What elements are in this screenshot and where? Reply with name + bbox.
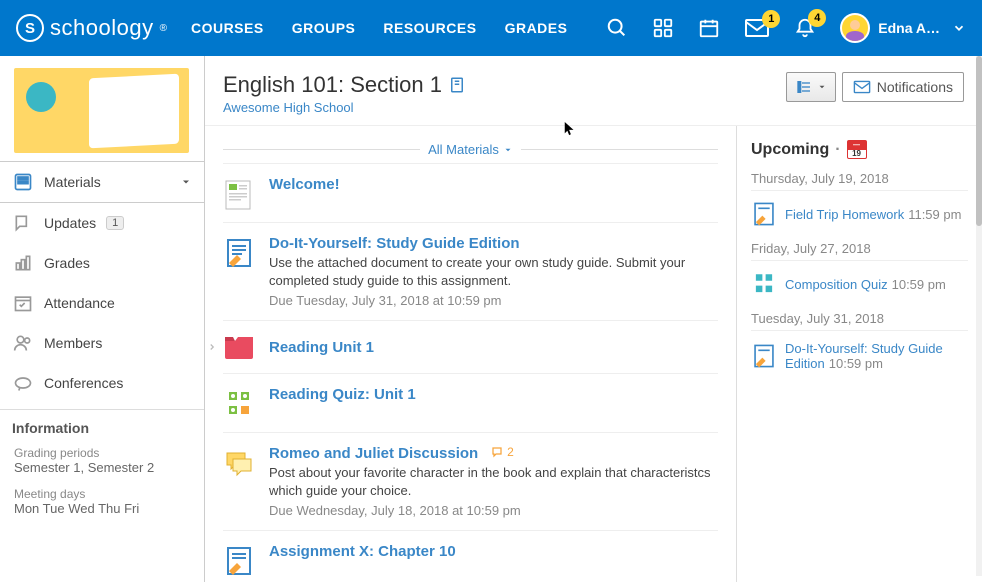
- chevron-right-icon[interactable]: [207, 342, 217, 352]
- upcoming-link[interactable]: Field Trip Homework: [785, 207, 904, 222]
- material-title[interactable]: Reading Unit 1: [269, 339, 374, 356]
- chevron-down-icon: [180, 176, 192, 188]
- upcoming-item: Field Trip Homework 11:59 pm: [751, 191, 968, 229]
- calendar-mini-icon[interactable]: —19: [847, 140, 867, 159]
- notebook-icon: [448, 76, 466, 94]
- sidebar-item-members[interactable]: Members: [0, 323, 204, 363]
- comment-count: 2: [490, 445, 514, 459]
- grades-icon: [12, 252, 34, 274]
- header-tools: 1 4 Edna A…: [606, 13, 966, 43]
- sidebar-item-attendance[interactable]: Attendance: [0, 283, 204, 323]
- nav-resources[interactable]: RESOURCES: [383, 20, 476, 36]
- avatar: [840, 13, 870, 43]
- notifications-badge: 4: [808, 9, 826, 27]
- brand-logo[interactable]: S schoology ®: [16, 14, 167, 42]
- assignment-icon: [223, 237, 255, 269]
- upcoming-date: Thursday, July 19, 2018: [751, 171, 968, 191]
- notifications-icon[interactable]: 4: [794, 17, 816, 39]
- app-header: S schoology ® COURSES GROUPS RESOURCES G…: [0, 0, 982, 56]
- upcoming-link[interactable]: Composition Quiz: [785, 277, 888, 292]
- page-icon: [223, 178, 255, 210]
- folder-icon: [223, 333, 255, 361]
- upcoming-heading: Upcoming · —19: [751, 140, 968, 159]
- material-desc: Post about your favorite character in th…: [269, 464, 718, 499]
- material-item: Do-It-Yourself: Study Guide Edition Use …: [223, 222, 718, 320]
- scrollbar[interactable]: [976, 56, 982, 576]
- material-title[interactable]: Romeo and Juliet Discussion: [269, 445, 478, 462]
- quiz-icon: [223, 388, 255, 420]
- assignment-icon: [223, 545, 255, 577]
- filter-dropdown[interactable]: All Materials: [420, 142, 521, 157]
- upcoming-time: 10:59 pm: [829, 356, 883, 371]
- meeting-days: Meeting days Mon Tue Wed Thu Fri: [0, 483, 204, 524]
- sidebar-item-label: Grades: [44, 255, 90, 271]
- sidebar-item-label: Members: [44, 335, 102, 351]
- attendance-icon: [12, 292, 34, 314]
- apps-icon[interactable]: [652, 17, 674, 39]
- material-desc: Use the attached document to create your…: [269, 254, 718, 289]
- sidebar-item-label: Conferences: [44, 375, 123, 391]
- sidebar-item-label: Updates: [44, 215, 96, 231]
- upcoming-rail: Upcoming · —19 Thursday, July 19, 2018 F…: [736, 126, 982, 582]
- material-item: Assignment X: Chapter 10: [223, 530, 718, 582]
- nav-groups[interactable]: GROUPS: [292, 20, 356, 36]
- upcoming-item: Composition Quiz 10:59 pm: [751, 261, 968, 299]
- updates-count: 1: [106, 216, 124, 230]
- course-title: English 101: Section 1: [223, 72, 786, 98]
- view-toggle[interactable]: [786, 72, 836, 102]
- course-header: English 101: Section 1 Awesome High Scho…: [205, 56, 982, 126]
- upcoming-time: 10:59 pm: [892, 277, 946, 292]
- upcoming-time: 11:59 pm: [908, 207, 961, 222]
- conferences-icon: [12, 372, 34, 394]
- chevron-down-icon: [952, 21, 966, 35]
- upcoming-item: Do-It-Yourself: Study Guide Edition10:59…: [751, 331, 968, 373]
- material-item: Welcome!: [223, 163, 718, 222]
- sidebar-item-conferences[interactable]: Conferences: [0, 363, 204, 403]
- discussion-icon: [223, 447, 255, 479]
- material-title[interactable]: Do-It-Yourself: Study Guide Edition: [269, 235, 520, 252]
- material-title[interactable]: Welcome!: [269, 176, 340, 193]
- info-heading: Information: [0, 409, 204, 442]
- assignment-icon: [751, 343, 777, 369]
- material-title[interactable]: Assignment X: Chapter 10: [269, 543, 456, 560]
- materials-feed: All Materials Welcome! Do-It-Yourself: S…: [205, 126, 736, 582]
- upcoming-date: Tuesday, July 31, 2018: [751, 311, 968, 331]
- material-item: Reading Quiz: Unit 1: [223, 373, 718, 432]
- quiz-icon: [751, 271, 777, 297]
- material-title[interactable]: Reading Quiz: Unit 1: [269, 386, 416, 403]
- user-menu[interactable]: Edna A…: [840, 13, 966, 43]
- calendar-icon[interactable]: [698, 17, 720, 39]
- materials-icon: [12, 171, 34, 193]
- assignment-icon: [751, 201, 777, 227]
- nav-grades[interactable]: GRADES: [505, 20, 568, 36]
- username: Edna A…: [878, 20, 940, 36]
- search-icon[interactable]: [606, 17, 628, 39]
- course-image: [14, 68, 189, 153]
- material-due: Due Tuesday, July 31, 2018 at 10:59 pm: [269, 293, 718, 308]
- main-content: English 101: Section 1 Awesome High Scho…: [205, 56, 982, 582]
- messages-badge: 1: [762, 10, 780, 28]
- sidebar-item-updates[interactable]: Updates 1: [0, 203, 204, 243]
- sidebar-item-materials[interactable]: Materials: [0, 161, 204, 203]
- material-folder: Reading Unit 1: [223, 320, 718, 373]
- sidebar-item-label: Attendance: [44, 295, 115, 311]
- sidebar: Materials Updates 1 Grades Attendance Me…: [0, 56, 205, 582]
- material-due: Due Wednesday, July 18, 2018 at 10:59 pm: [269, 503, 718, 518]
- nav-courses[interactable]: COURSES: [191, 20, 264, 36]
- upcoming-date: Friday, July 27, 2018: [751, 241, 968, 261]
- logo-icon: S: [16, 14, 44, 42]
- school-link[interactable]: Awesome High School: [223, 100, 354, 115]
- notifications-button[interactable]: Notifications: [842, 72, 964, 102]
- sidebar-item-label: Materials: [44, 174, 101, 190]
- sidebar-item-grades[interactable]: Grades: [0, 243, 204, 283]
- primary-nav: COURSES GROUPS RESOURCES GRADES: [191, 20, 568, 36]
- messages-icon[interactable]: 1: [744, 18, 770, 38]
- updates-icon: [12, 212, 34, 234]
- brand-text: schoology: [50, 15, 154, 41]
- grading-periods: Grading periods Semester 1, Semester 2: [0, 442, 204, 483]
- material-item: Romeo and Juliet Discussion 2 Post about…: [223, 432, 718, 530]
- members-icon: [12, 332, 34, 354]
